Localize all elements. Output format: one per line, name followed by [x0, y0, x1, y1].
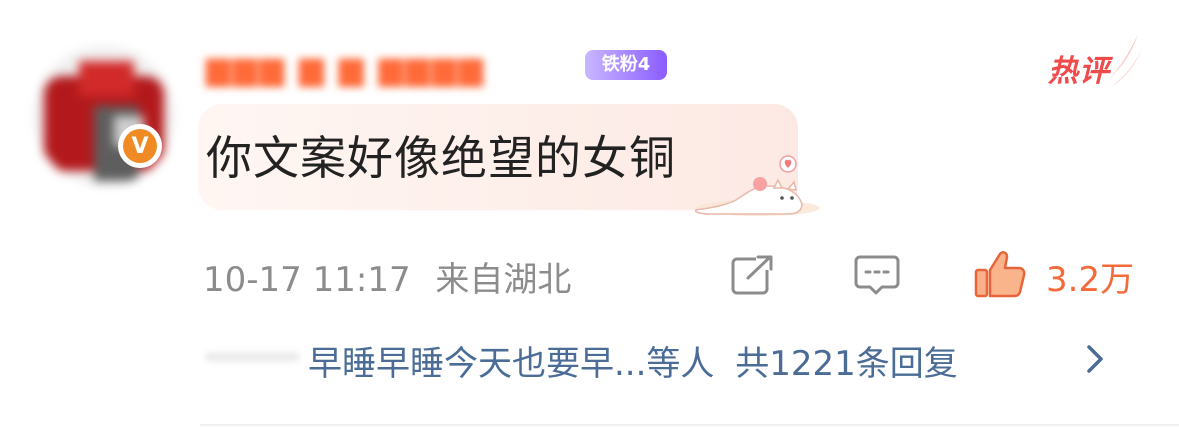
divider — [200, 424, 1179, 426]
verified-badge: V — [118, 124, 162, 168]
comment-meta: 10-17 11:17 来自湖北 — [203, 252, 571, 301]
hot-comment-tag: 热评 — [1048, 34, 1142, 90]
replies-total: 共1221条回复 — [735, 344, 958, 384]
wing-icon — [1106, 34, 1142, 86]
chevron-right-icon[interactable] — [1084, 343, 1106, 375]
timestamp: 10-17 11:17 — [203, 260, 411, 300]
blurred-text — [205, 352, 300, 362]
share-icon[interactable] — [730, 254, 776, 296]
replies-summary: 早睡早睡今天也要早...等人 — [308, 344, 715, 384]
like-count[interactable]: 3.2万 — [1046, 252, 1134, 301]
replies-link[interactable]: 早睡早睡今天也要早...等人 共1221条回复 — [308, 336, 958, 385]
location: 来自湖北 — [435, 260, 572, 300]
fan-badge[interactable]: 铁粉4 — [585, 50, 667, 80]
username[interactable]: ▆▆▆ ▆ ▆ ▆▆▆▆ — [206, 44, 596, 92]
comment-icon[interactable] — [854, 253, 900, 297]
verified-icon: V — [123, 129, 157, 163]
thumbs-up-icon[interactable] — [974, 250, 1026, 298]
avatar[interactable] — [34, 46, 174, 186]
cat-sticker-icon — [694, 155, 820, 216]
comment-text[interactable]: 你文案好像绝望的女铜 — [206, 122, 676, 188]
